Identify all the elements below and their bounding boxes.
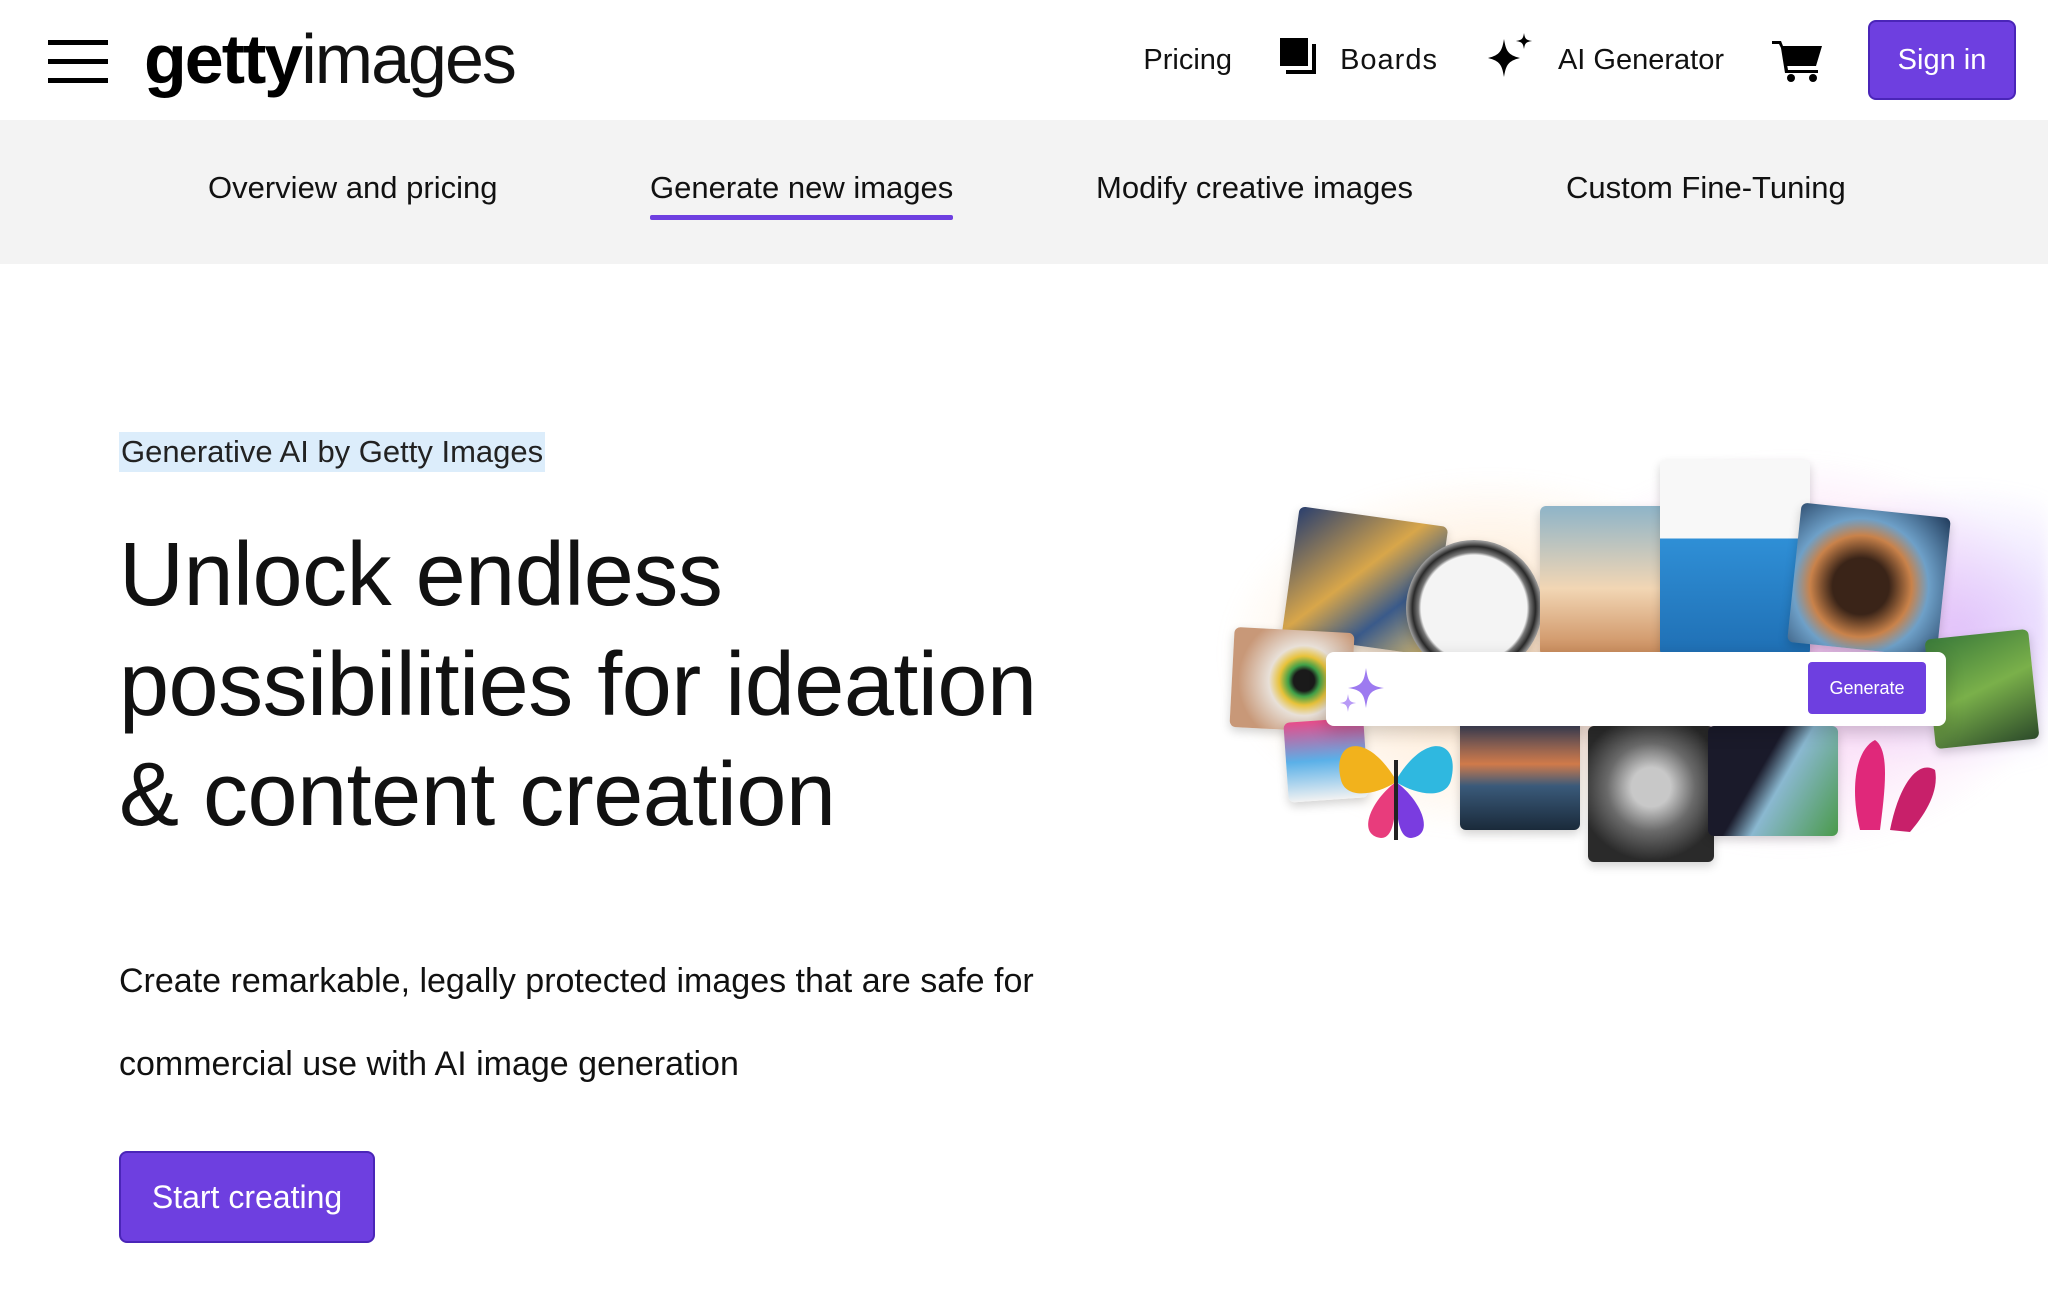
boards-icon [1278,36,1318,84]
start-creating-label: Start creating [151,1178,343,1215]
doorway-sea-image [1460,720,1580,830]
ai-collage-illustration: Generate [1190,420,2048,940]
purple-sparkle-icon [1336,662,1392,723]
lion-image [1588,726,1714,862]
boards-label: Boards [1340,43,1438,76]
headline-line: Unlock endless [119,525,723,625]
prompt-input-mock: Generate [1326,652,1946,726]
logo-light-part: images [301,20,517,98]
sparkle-icon [1486,31,1536,89]
tab-generate-new-images[interactable]: Generate new images [650,170,954,220]
soccer-player-image [1660,460,1810,656]
description-line: commercial use with AI image generation [119,1045,739,1083]
hero-description: Create remarkable, legally protected ima… [119,940,1099,1106]
cactus-image [1840,720,1950,840]
product-subnav: Overview and pricing Generate new images… [0,120,2048,264]
tab-custom-fine-tuning[interactable]: Custom Fine-Tuning [1566,170,1846,206]
ai-generator-link[interactable]: AI Generator [1486,31,1724,89]
rainbow-mirror-image [1708,726,1838,836]
hero-headline: Unlock endless possibilities for ideatio… [119,520,1099,850]
tab-overview-and-pricing[interactable]: Overview and pricing [208,170,497,206]
cart-icon[interactable] [1772,38,1824,82]
menu-icon[interactable] [48,40,108,83]
sign-in-label: Sign in [1897,43,1987,76]
generate-label: Generate [1829,677,1905,698]
generate-button: Generate [1808,662,1926,714]
ai-generator-label: AI Generator [1557,43,1724,76]
logo-bold-part: getty [144,20,303,98]
top-header: gettyimages Pricing Boards AI Generator [0,0,2048,120]
description-line: Create remarkable, legally protected ima… [119,962,1034,1000]
tab-modify-creative-images[interactable]: Modify creative images [1096,170,1413,206]
start-creating-button[interactable]: Start creating [119,1151,375,1243]
pricing-link[interactable]: Pricing [1143,44,1232,77]
butterfly-image [1326,720,1466,850]
headline-line: possibilities for ideation [119,635,1037,735]
headline-line: & content creation [119,745,836,845]
boards-link[interactable]: Boards [1278,36,1438,84]
header-nav: Pricing Boards AI Generator Sign in [1143,20,2016,100]
astronaut-image [1787,502,1951,658]
pricing-label: Pricing [1143,43,1233,76]
getty-images-logo[interactable]: getty images [144,14,517,104]
hero-eyebrow: Generative AI by Getty Images [119,432,546,472]
sign-in-button[interactable]: Sign in [1868,20,2016,100]
